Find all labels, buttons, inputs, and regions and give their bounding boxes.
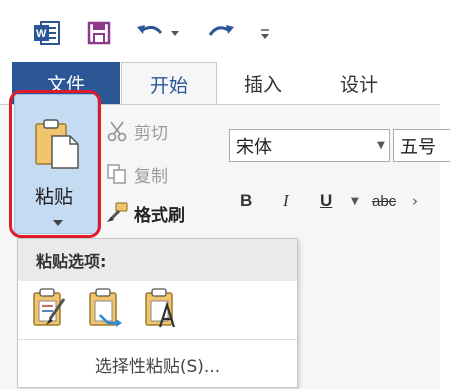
scissors-icon (104, 118, 130, 144)
keep-text-only-icon[interactable] (142, 287, 184, 333)
paste-special-item[interactable]: 选择性粘贴(S)... (18, 347, 297, 381)
format-painter-label: 格式刷 (134, 205, 185, 226)
strikethrough-button[interactable]: abc (372, 187, 396, 215)
font-name-value: 宋体 (236, 136, 272, 158)
underline-button[interactable]: U (320, 187, 332, 215)
underline-dropdown-icon[interactable]: ▼ (351, 187, 359, 215)
keep-source-formatting-icon[interactable] (30, 287, 72, 333)
more-format-icon[interactable]: › (412, 187, 418, 215)
tab-home[interactable]: 开始 (121, 62, 217, 106)
format-painter-button[interactable]: 格式刷 (104, 198, 185, 228)
save-icon[interactable] (84, 18, 114, 48)
format-painter-icon (104, 200, 130, 226)
paste-callout-box (9, 90, 101, 238)
cut-button[interactable]: 剪切 (104, 116, 168, 146)
bold-button[interactable]: B (240, 187, 252, 215)
word-logo-icon: W (30, 18, 64, 48)
tab-insert[interactable]: 插入 (244, 62, 282, 104)
quick-access-toolbar: W (0, 0, 450, 60)
italic-button[interactable]: I (283, 187, 289, 215)
font-size-value: 五号 (400, 136, 436, 158)
copy-icon (104, 161, 130, 187)
copy-button[interactable]: 复制 (104, 159, 168, 189)
tab-design[interactable]: 设计 (340, 62, 378, 104)
copy-label: 复制 (134, 166, 168, 187)
paste-menu-divider (18, 339, 297, 340)
paste-options-menu: 粘贴选项: 选择性粘贴(S)... (17, 238, 298, 388)
redo-icon[interactable] (204, 18, 238, 48)
undo-icon[interactable] (134, 18, 184, 48)
merge-formatting-icon[interactable] (86, 287, 128, 333)
customize-qat-icon[interactable] (255, 18, 275, 48)
font-name-combobox[interactable]: 宋体 (229, 129, 390, 162)
cut-label: 剪切 (134, 123, 168, 144)
font-size-combobox[interactable]: 五号 (393, 129, 450, 162)
paste-options-header: 粘贴选项: (18, 239, 297, 281)
font-name-dropdown-icon[interactable]: ▼ (372, 129, 390, 162)
svg-text:W: W (36, 28, 47, 40)
